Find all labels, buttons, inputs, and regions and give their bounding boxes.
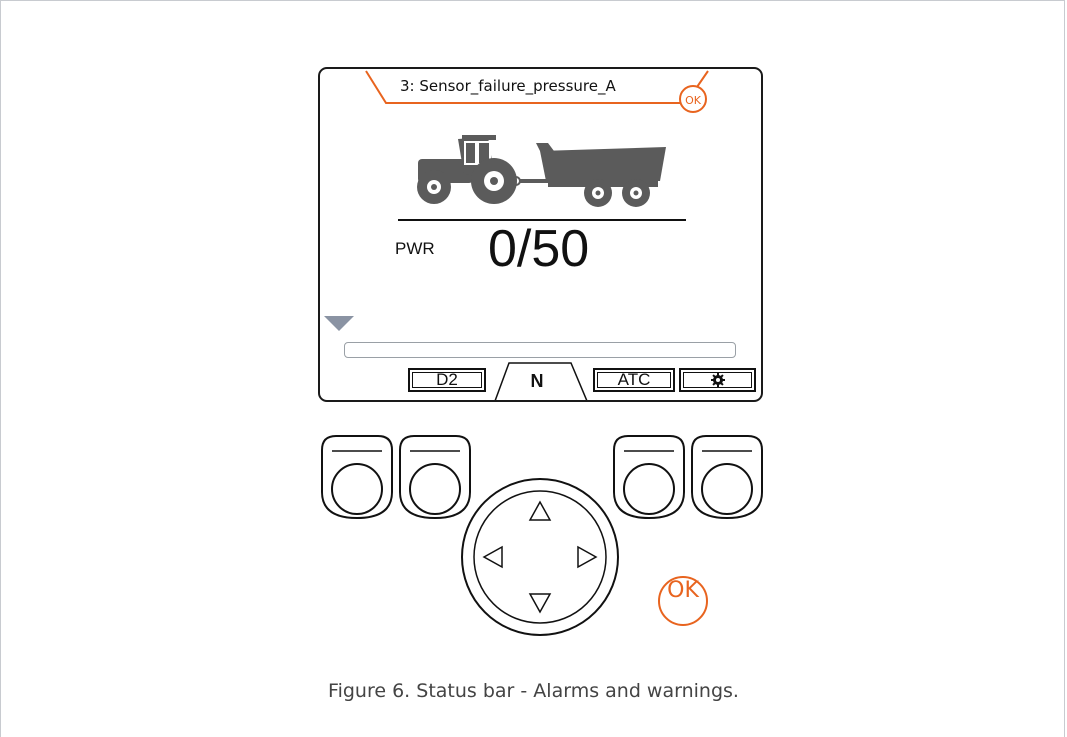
softkey-atc[interactable]: ATC [593, 368, 675, 392]
tractor-trailer-icon [417, 135, 666, 207]
terminal-screen: 3: Sensor_failure_pressure_A OK PWR 0/50… [318, 67, 763, 402]
softkey-d2[interactable]: D2 [408, 368, 486, 392]
alarm-ok-label: OK [685, 94, 701, 107]
softkey-settings[interactable] [679, 368, 756, 392]
figure-caption: Figure 6. Status bar - Alarms and warnin… [328, 680, 739, 702]
gear-icon [710, 373, 725, 387]
status-bar [344, 342, 736, 358]
pwr-label: PWR [395, 239, 435, 258]
alarm-message: 3: Sensor_failure_pressure_A [400, 77, 616, 95]
ok-button-label: OK [667, 578, 699, 603]
tab-n[interactable]: N [527, 371, 547, 392]
pwr-value: 0/50 [488, 220, 590, 278]
status-marker-icon [324, 316, 354, 331]
